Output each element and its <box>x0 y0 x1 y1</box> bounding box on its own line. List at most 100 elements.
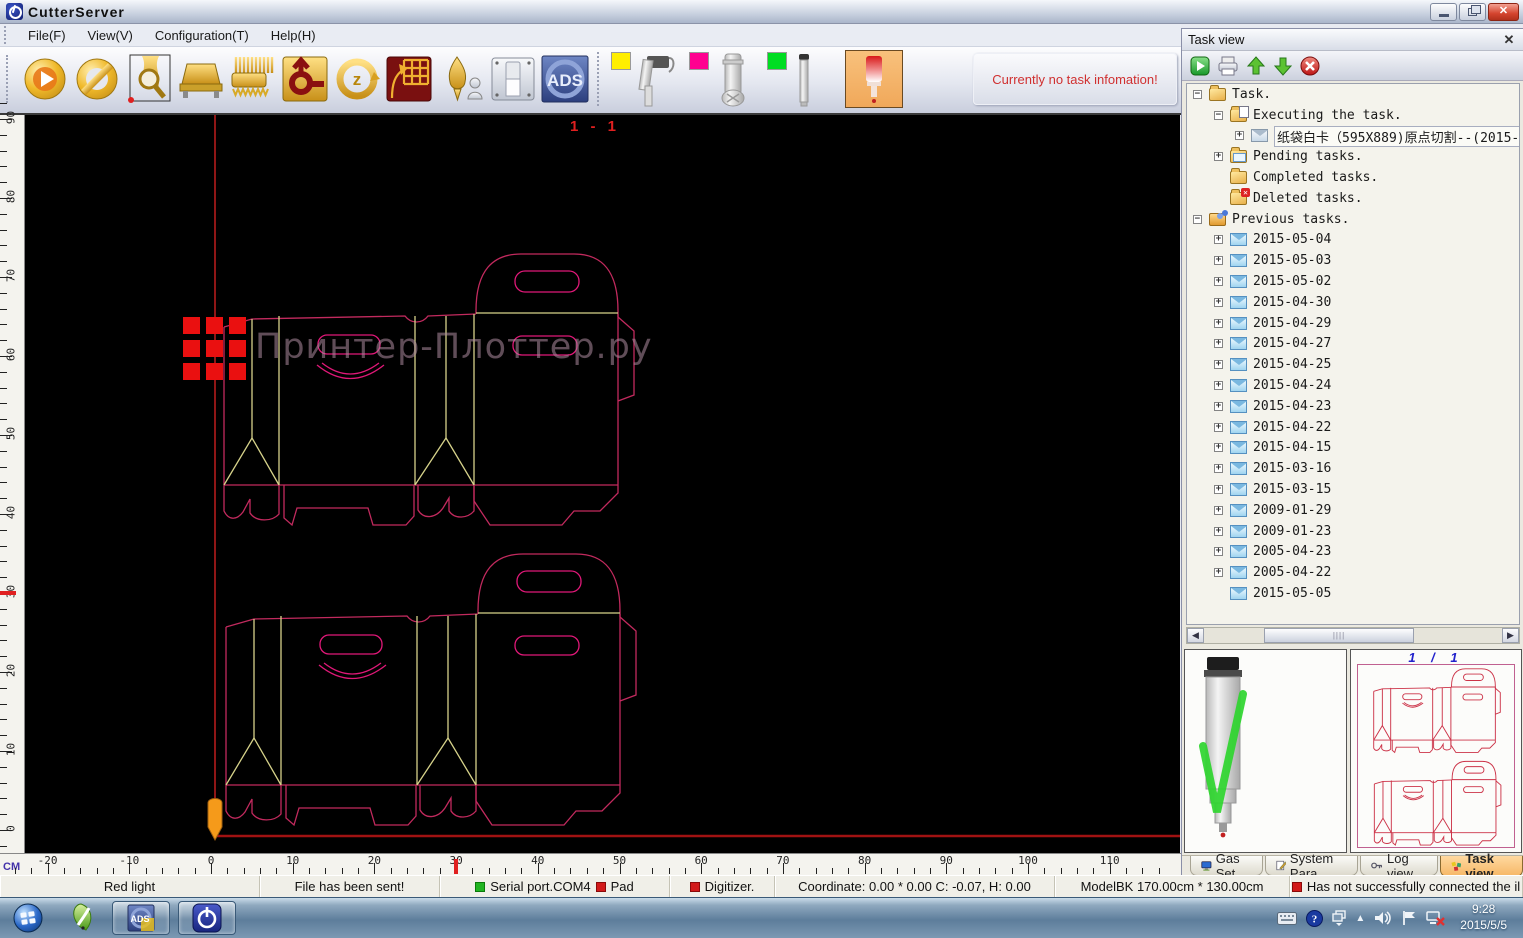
press-button[interactable] <box>175 50 227 108</box>
tab-task-view[interactable]: Task view <box>1440 856 1523 877</box>
move-down-button[interactable] <box>1273 56 1293 76</box>
tree-toggle-plus-icon[interactable]: + <box>1214 298 1223 307</box>
tree-toggle-plus-icon[interactable]: + <box>1214 319 1223 328</box>
tree-item[interactable]: +2015-04-24 <box>1187 375 1519 396</box>
panel-close-icon[interactable]: ✕ <box>1501 32 1517 48</box>
tree-toggle-plus-icon[interactable]: + <box>1214 464 1223 473</box>
tree-toggle-plus-icon[interactable]: + <box>1214 443 1223 452</box>
tree-item[interactable]: +2015-04-15 <box>1187 438 1519 459</box>
start-button[interactable] <box>19 50 71 108</box>
close-button[interactable]: ✕ <box>1488 3 1519 21</box>
help-tray-icon[interactable]: ? <box>1306 910 1323 927</box>
scroll-track[interactable]: |||| <box>1204 628 1502 643</box>
menu-configuration[interactable]: Configuration(T) <box>144 26 260 45</box>
tree-toggle-plus-icon[interactable]: + <box>1214 485 1223 494</box>
tool-head-magenta-button[interactable] <box>689 50 767 108</box>
delete-task-button[interactable] <box>1300 56 1320 76</box>
zoom-select-button[interactable] <box>123 50 175 108</box>
ads-taskbar-button[interactable]: ADS <box>112 901 170 935</box>
tree-horizontal-scrollbar[interactable]: ◀ |||| ▶ <box>1186 627 1520 644</box>
volume-tray-icon[interactable] <box>1374 910 1393 926</box>
tree-toggle-minus-icon[interactable]: − <box>1193 90 1202 99</box>
tree-item[interactable]: +2015-04-25 <box>1187 354 1519 375</box>
print-task-button[interactable] <box>1217 56 1239 76</box>
tool-head-yellow-button[interactable] <box>611 50 689 108</box>
menu-file[interactable]: File(F) <box>17 26 77 45</box>
tree-item[interactable]: +2015-05-04 <box>1187 230 1519 251</box>
show-hidden-icons-button[interactable]: ▲ <box>1355 913 1365 924</box>
comb-button[interactable] <box>227 50 279 108</box>
tree-toggle-plus-icon[interactable]: + <box>1214 360 1223 369</box>
origin-move-button[interactable] <box>279 50 331 108</box>
tree-item[interactable]: +2005-04-23 <box>1187 542 1519 563</box>
cutterserver-taskbar-button[interactable] <box>178 901 236 935</box>
tree-item[interactable]: −Task. <box>1187 84 1519 105</box>
tree-item[interactable]: +2015-04-22 <box>1187 417 1519 438</box>
tree-item[interactable]: +2015-04-27 <box>1187 334 1519 355</box>
tree-toggle-plus-icon[interactable]: + <box>1214 402 1223 411</box>
tree-toggle-plus-icon[interactable]: + <box>1214 256 1223 265</box>
marker-tool-button[interactable] <box>845 50 903 108</box>
window-stack-tray-icon[interactable] <box>1332 910 1346 926</box>
switch-button[interactable] <box>487 50 539 108</box>
menu-view[interactable]: View(V) <box>77 26 144 45</box>
tab-gas-set[interactable]: Gas Set <box>1190 856 1263 876</box>
grid-cut-button[interactable] <box>383 50 435 108</box>
h-ruler-tick <box>1012 868 1013 874</box>
tree-toggle-plus-icon[interactable]: + <box>1214 381 1223 390</box>
run-task-button[interactable] <box>1190 56 1210 76</box>
tool-head-green-button[interactable] <box>767 50 845 108</box>
tree-toggle-plus-icon[interactable]: + <box>1214 423 1223 432</box>
drawing-canvas[interactable]: Принтер-Плоттер.ру 1 - 1 <box>25 115 1180 853</box>
tree-toggle-plus-icon[interactable]: + <box>1214 277 1223 286</box>
keyboard-tray-icon[interactable] <box>1277 912 1297 925</box>
tree-toggle-plus-icon[interactable]: + <box>1214 506 1223 515</box>
scroll-left-icon[interactable]: ◀ <box>1187 628 1204 643</box>
tree-toggle-plus-icon[interactable]: + <box>1214 568 1223 577</box>
tree-toggle-plus-icon[interactable]: + <box>1214 547 1223 556</box>
start-button-orb[interactable] <box>6 901 50 935</box>
tree-toggle-plus-icon[interactable]: + <box>1214 235 1223 244</box>
tab-system-para[interactable]: System Para <box>1265 856 1359 876</box>
tree-item[interactable]: +2015-03-16 <box>1187 458 1519 479</box>
network-tray-icon[interactable] <box>1426 910 1445 926</box>
tree-item[interactable]: Deleted tasks. <box>1187 188 1519 209</box>
tree-item[interactable]: +2015-04-29 <box>1187 313 1519 334</box>
coreldraw-taskbar-button[interactable] <box>58 901 104 935</box>
tree-toggle-plus-icon[interactable]: + <box>1235 131 1244 140</box>
plumb-pen-button[interactable] <box>435 50 487 108</box>
disable-button[interactable] <box>71 50 123 108</box>
minimize-button[interactable] <box>1430 3 1457 21</box>
tree-item[interactable]: Completed tasks. <box>1187 167 1519 188</box>
tree-item[interactable]: +2015-05-03 <box>1187 250 1519 271</box>
scroll-right-icon[interactable]: ▶ <box>1502 628 1519 643</box>
tree-item[interactable]: +2015-03-15 <box>1187 479 1519 500</box>
tree-item[interactable]: +纸袋白卡（595X889)原点切割--(2015- <box>1187 126 1519 147</box>
tree-toggle-plus-icon[interactable]: + <box>1214 152 1223 161</box>
tree-item[interactable]: +2015-04-30 <box>1187 292 1519 313</box>
tree-item[interactable]: +2015-04-23 <box>1187 396 1519 417</box>
tree-item[interactable]: 2015-05-05 <box>1187 583 1519 604</box>
window-title: CutterServer <box>28 4 125 20</box>
scroll-thumb[interactable]: |||| <box>1264 628 1414 643</box>
ads-button[interactable]: ADS <box>539 50 591 108</box>
mail-icon <box>1230 358 1247 371</box>
tree-toggle-minus-icon[interactable]: − <box>1193 215 1202 224</box>
tree-item[interactable]: +2009-01-23 <box>1187 521 1519 542</box>
tree-item[interactable]: −Previous tasks. <box>1187 209 1519 230</box>
menu-help[interactable]: Help(H) <box>260 26 327 45</box>
tree-item[interactable]: +2009-01-29 <box>1187 500 1519 521</box>
tree-item[interactable]: +2015-05-02 <box>1187 271 1519 292</box>
tree-item[interactable]: +2005-04-22 <box>1187 562 1519 583</box>
tree-toggle-minus-icon[interactable]: − <box>1214 111 1223 120</box>
tab-log-view[interactable]: Log view <box>1360 856 1437 876</box>
tree-item[interactable]: −Executing the task. <box>1187 105 1519 126</box>
tree-toggle-plus-icon[interactable]: + <box>1214 527 1223 536</box>
action-center-flag-icon[interactable] <box>1402 910 1417 926</box>
tree-item[interactable]: +Pending tasks. <box>1187 146 1519 167</box>
tree-toggle-plus-icon[interactable]: + <box>1214 339 1223 348</box>
move-up-button[interactable] <box>1246 56 1266 76</box>
rotate-z-button[interactable]: z <box>331 50 383 108</box>
restore-button[interactable] <box>1459 3 1486 21</box>
tray-clock[interactable]: 9:28 2015/5/5 <box>1454 902 1513 933</box>
